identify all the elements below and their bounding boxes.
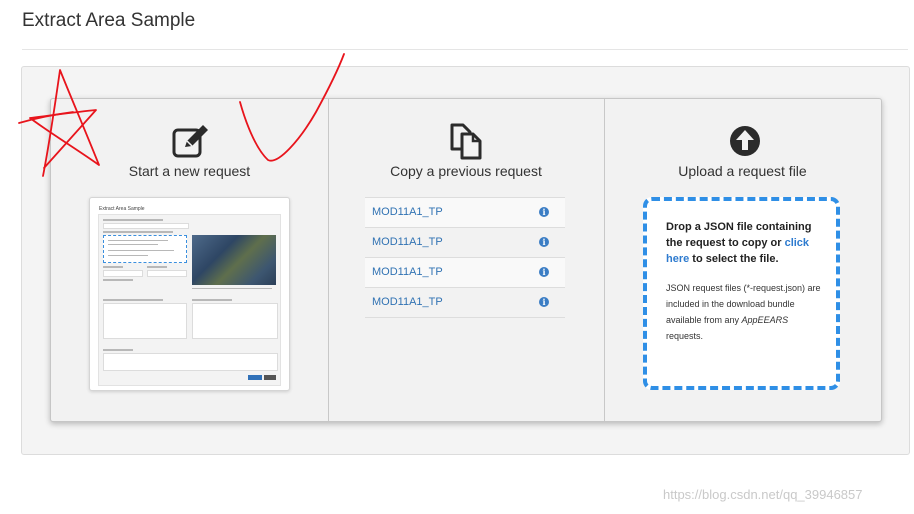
check-annotation xyxy=(239,53,345,162)
star-annotation-stroke xyxy=(18,111,74,124)
watermark: https://blog.csdn.net/qq_39946857 xyxy=(663,487,863,502)
hand-drawn-annotation xyxy=(18,53,345,177)
star-annotation xyxy=(29,69,100,177)
